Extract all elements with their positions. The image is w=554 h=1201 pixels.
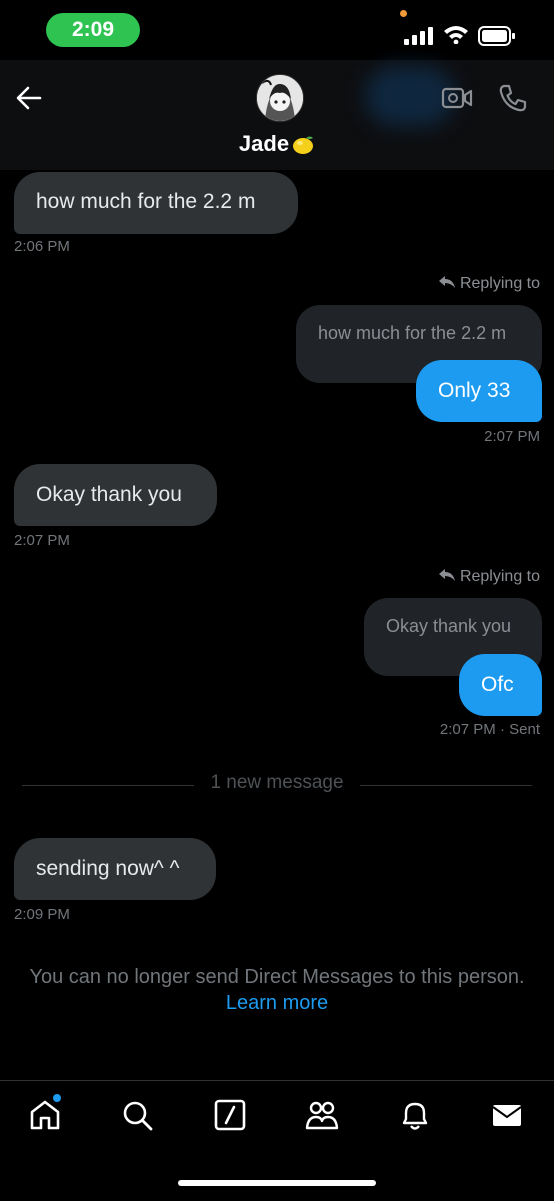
- message-text: Okay thank you: [36, 483, 182, 506]
- message-timestamp: 2:09 PM: [14, 906, 70, 923]
- home-notification-dot: [53, 1094, 61, 1102]
- home-indicator: [178, 1180, 376, 1186]
- grok-icon[interactable]: [213, 1098, 247, 1132]
- lemon-emoji-icon: [293, 136, 314, 155]
- divider-line-left: [22, 785, 194, 786]
- communities-icon[interactable]: [305, 1098, 339, 1132]
- message-text: how much for the 2.2 m: [36, 190, 256, 213]
- message-status: · Sent: [499, 721, 540, 738]
- divider-line-right: [360, 785, 532, 786]
- battery-icon: [478, 26, 515, 46]
- avatar-image: [257, 75, 303, 121]
- search-icon[interactable]: [120, 1098, 154, 1132]
- message-timestamp: 2:07 PM: [439, 721, 496, 738]
- message-timestamp-status: 2:07 PM · Sent: [440, 721, 540, 738]
- message-timestamp: 2:07 PM: [14, 532, 70, 549]
- contact-name-text: Jade: [238, 131, 290, 156]
- cellular-signal-icon: [404, 27, 433, 45]
- status-time: 2:09: [46, 13, 140, 47]
- incoming-message-bubble[interactable]: Okay thank you: [14, 464, 217, 526]
- replying-to-label: Replying to: [438, 275, 540, 293]
- message-timestamp: 2:06 PM: [14, 238, 70, 255]
- reply-arrow-icon: [438, 276, 455, 288]
- learn-more-link[interactable]: Learn more: [0, 992, 554, 1015]
- replying-to-label: Replying to: [438, 568, 540, 586]
- wifi-icon: [444, 26, 468, 44]
- quoted-message-text: Okay thank you: [386, 616, 512, 636]
- message-text: Only 33: [438, 379, 511, 402]
- dm-disabled-notice: You can no longer send Direct Messages t…: [29, 966, 525, 988]
- message-text: sending now^ ^: [36, 857, 180, 880]
- avatar[interactable]: [256, 74, 304, 122]
- outgoing-message-bubble[interactable]: Only 33: [416, 360, 542, 422]
- reply-arrow-icon: [438, 569, 455, 581]
- privacy-indicator-dot: [400, 10, 407, 17]
- incoming-message-bubble[interactable]: sending now^ ^: [14, 838, 216, 900]
- home-icon[interactable]: [28, 1098, 62, 1132]
- message-timestamp: 2:07 PM: [484, 428, 540, 445]
- replying-to-text: Replying to: [459, 568, 540, 585]
- incoming-message-bubble[interactable]: how much for the 2.2 m: [14, 172, 298, 234]
- messages-envelope-icon[interactable]: [490, 1098, 524, 1132]
- replying-to-text: Replying to: [459, 275, 540, 292]
- contact-name[interactable]: Jade: [0, 131, 554, 157]
- notifications-bell-icon[interactable]: [398, 1098, 432, 1132]
- new-message-divider: 1 new message: [210, 772, 344, 793]
- video-call-icon[interactable]: [441, 84, 473, 112]
- back-arrow-icon[interactable]: [14, 84, 44, 112]
- quoted-message-text: how much for the 2.2 m: [318, 323, 507, 343]
- phone-call-icon[interactable]: [497, 82, 529, 114]
- message-text: Ofc: [481, 673, 514, 696]
- outgoing-message-bubble[interactable]: Ofc: [459, 654, 542, 716]
